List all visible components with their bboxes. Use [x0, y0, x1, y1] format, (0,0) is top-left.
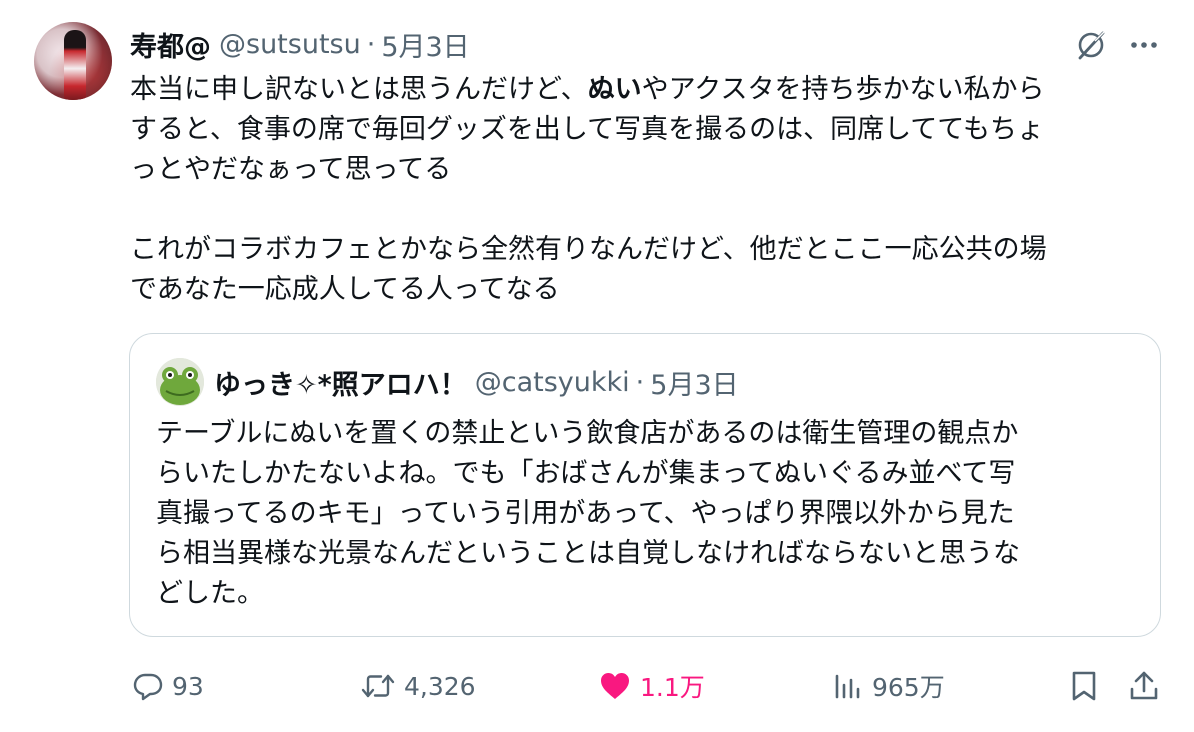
retweet-icon [360, 670, 396, 702]
reply-count: 93 [172, 671, 204, 701]
tweet-text: 本当に申し訳ないとは思うんだけど、ぬいやアクスタを持ち歩かない私から すると、食… [130, 70, 1170, 310]
share-button[interactable] [1128, 664, 1160, 708]
quote-text-line: ら相当異様な光景なんだということは自覚しなければならないと思うな [156, 538, 1020, 569]
reply-button[interactable]: 93 [132, 664, 204, 708]
quote-date[interactable]: 5月3日 [650, 363, 738, 402]
like-count: 1.1万 [640, 673, 705, 702]
tweet-text-line: であなた一応成人してる人ってなる [130, 274, 560, 305]
tweet-text-bold: ぬい [587, 74, 642, 105]
tweet-header: 寿都@ @sutsutsu · 5月3日 [130, 25, 470, 64]
author-avatar[interactable] [34, 22, 112, 100]
share-icon [1128, 669, 1160, 703]
quote-author-avatar[interactable] [156, 358, 204, 406]
tweet-date[interactable]: 5月3日 [381, 25, 469, 64]
tweet-text-segment: 本当に申し訳ないとは思うんだけど、 [130, 74, 588, 105]
quote-text-line: らいたしかたないよね。でも「おばさんが集まってぬいぐるみ並べて写 [156, 458, 1016, 489]
tweet: 寿都@ @sutsutsu · 5月3日 本当に申し訳ないとは思うんだけど、ぬい… [0, 0, 1194, 732]
tweet-text-line: すると、食事の席で毎回グッズを出して写真を撮るのは、同席しててもちょ [130, 114, 1044, 145]
avatar-figure [64, 30, 86, 100]
tweet-text-line: っとやだなぁって思ってる [130, 154, 452, 185]
like-button[interactable]: 1.1万 [598, 664, 705, 708]
retweet-count: 4,326 [404, 671, 476, 701]
quote-text-line: どした。 [156, 578, 264, 609]
quote-author-handle[interactable]: @catsyukki [475, 367, 630, 398]
quote-text-line: 真撮ってるのキモ」っていう引用があって、やっぱり界隈以外から見た [156, 498, 1015, 529]
tweet-text-line: これがコラボカフェとかなら全然有りなんだけど、他だとここ一応公共の場 [130, 234, 1047, 265]
views-icon [832, 670, 864, 702]
views-count: 965万 [872, 673, 945, 702]
reply-icon [132, 670, 164, 702]
grok-icon[interactable] [1073, 27, 1109, 63]
bookmark-icon [1068, 669, 1100, 703]
quote-header: ゆっき✧*照アロハ！ @catsyukki · 5月3日 [214, 363, 739, 402]
heart-icon [598, 670, 632, 702]
quote-text: テーブルにぬいを置くの禁止という飲食店があるのは衛生管理の観点か らいたしかたな… [156, 414, 1136, 614]
quote-author-display-name[interactable]: ゆっき✧*照アロハ！ [214, 363, 467, 402]
quote-text-line: テーブルにぬいを置くの禁止という飲食店があるのは衛生管理の観点か [156, 418, 1019, 449]
quote-header-separator: · [635, 366, 645, 398]
author-handle[interactable]: @sutsutsu [219, 29, 361, 60]
views-button[interactable]: 965万 [832, 664, 945, 708]
bookmark-button[interactable] [1068, 664, 1100, 708]
author-display-name[interactable]: 寿都@ [130, 25, 211, 64]
action-bar: 93 4,326 1.1万 965万 [0, 664, 1194, 708]
header-separator: · [366, 28, 376, 60]
quote-tweet[interactable]: ゆっき✧*照アロハ！ @catsyukki · 5月3日 テーブルにぬいを置くの… [129, 333, 1161, 637]
tweet-text-line: 本当に申し訳ないとは思うんだけど、ぬいやアクスタを持ち歩かない私から [130, 70, 1170, 110]
more-icon[interactable] [1126, 30, 1162, 60]
tweet-text-segment: やアクスタを持ち歩かない私から [641, 74, 1045, 105]
retweet-button[interactable]: 4,326 [360, 664, 476, 708]
